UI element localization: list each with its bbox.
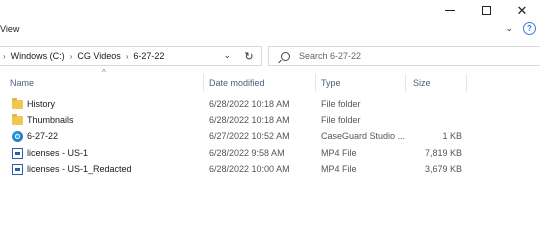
- close-icon: ✕: [516, 2, 528, 18]
- minimize-icon: [445, 9, 455, 11]
- expand-ribbon-icon[interactable]: ⌄: [505, 23, 513, 34]
- ribbon-controls: ⌄ ?: [505, 22, 536, 35]
- column-header-date-modified[interactable]: Date modified: [209, 78, 265, 88]
- search-placeholder: Search 6-27-22: [299, 51, 362, 61]
- column-divider[interactable]: [405, 74, 406, 92]
- file-date-modified: 6/28/2022 9:58 AM: [209, 148, 285, 158]
- file-row-6-27-22[interactable]: 6-27-22 6/27/2022 10:52 AM CaseGuard Stu…: [0, 129, 540, 145]
- column-divider[interactable]: [203, 74, 204, 92]
- file-name: Thumbnails: [27, 115, 74, 125]
- file-row-licenses-us-1-redacted[interactable]: licenses - US-1_Redacted 6/28/2022 10:00…: [0, 162, 540, 178]
- chevron-right-icon: ›: [3, 51, 6, 61]
- view-menu[interactable]: View: [0, 24, 19, 34]
- file-name: licenses - US-1: [27, 148, 89, 158]
- refresh-button[interactable]: ↻: [237, 46, 261, 66]
- file-name: History: [27, 99, 56, 109]
- sort-ascending-icon: ^: [102, 68, 106, 77]
- column-divider[interactable]: [315, 74, 316, 92]
- file-row-history[interactable]: History 6/28/2022 10:18 AM File folder: [0, 97, 540, 113]
- search-icon: [281, 51, 290, 61]
- chevron-right-icon: ›: [69, 51, 73, 61]
- file-size: 1 KB: [442, 131, 462, 141]
- file-type: CaseGuard Studio ...: [321, 131, 406, 141]
- file-date-modified: 6/28/2022 10:18 AM: [209, 99, 290, 109]
- chevron-right-icon: ›: [125, 51, 129, 61]
- file-type: MP4 File: [321, 148, 357, 158]
- refresh-icon: ↻: [244, 50, 254, 63]
- folder-icon: [12, 114, 23, 125]
- address-bar[interactable]: › Windows (C:) › CG Videos › 6-27-22 ⌄: [0, 46, 262, 66]
- file-size: 3,679 KB: [424, 164, 462, 174]
- video-file-icon: [12, 164, 23, 175]
- video-file-icon: [12, 148, 23, 159]
- column-header-name[interactable]: Name: [10, 78, 34, 88]
- file-row-licenses-us-1[interactable]: licenses - US-1 6/28/2022 9:58 AM MP4 Fi…: [0, 146, 540, 162]
- column-divider[interactable]: [466, 74, 467, 92]
- breadcrumb-windows-c[interactable]: Windows (C:): [11, 51, 65, 61]
- file-size: 7,819 KB: [424, 148, 462, 158]
- help-icon[interactable]: ?: [523, 22, 536, 35]
- column-header-size[interactable]: Size: [413, 78, 431, 88]
- minimize-button[interactable]: [432, 0, 468, 20]
- file-name: 6-27-22: [27, 131, 59, 141]
- file-type: File folder: [321, 115, 361, 125]
- file-type: MP4 File: [321, 164, 357, 174]
- file-date-modified: 6/28/2022 10:18 AM: [209, 115, 290, 125]
- file-date-modified: 6/27/2022 10:52 AM: [209, 131, 290, 141]
- file-type: File folder: [321, 99, 361, 109]
- search-input[interactable]: Search 6-27-22: [268, 46, 540, 66]
- folder-icon: [12, 98, 23, 109]
- address-dropdown-icon[interactable]: ⌄: [223, 50, 231, 61]
- file-name: licenses - US-1_Redacted: [27, 164, 132, 174]
- file-date-modified: 6/28/2022 10:00 AM: [209, 164, 290, 174]
- breadcrumb-cg-videos[interactable]: CG Videos: [77, 51, 120, 61]
- close-button[interactable]: ✕: [504, 0, 540, 20]
- maximize-icon: [481, 5, 491, 15]
- maximize-button[interactable]: [468, 0, 504, 20]
- file-row-thumbnails[interactable]: Thumbnails 6/28/2022 10:18 AM File folde…: [0, 113, 540, 129]
- breadcrumb-6-27-22[interactable]: 6-27-22: [133, 51, 164, 61]
- caseguard-app-icon: [12, 131, 23, 142]
- column-header-type[interactable]: Type: [321, 78, 341, 88]
